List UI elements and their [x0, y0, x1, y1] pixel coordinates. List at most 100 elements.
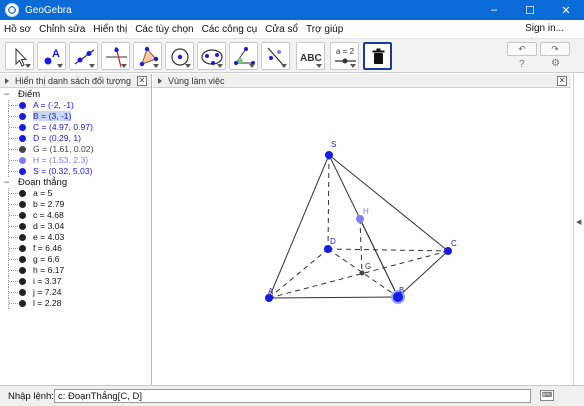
expand-arrow-icon[interactable]: ◀	[576, 218, 581, 226]
command-input[interactable]	[54, 389, 531, 403]
algebra-object-row[interactable]: a = 5	[0, 188, 151, 199]
algebra-object-row[interactable]: C = (4.97, 0.97)	[0, 122, 151, 133]
segment-hg[interactable]	[359, 218, 363, 274]
point-s[interactable]	[325, 151, 333, 159]
visibility-toggle-icon[interactable]	[19, 234, 26, 241]
point-tool-button[interactable]: A	[37, 42, 66, 70]
visibility-toggle-icon[interactable]	[19, 245, 26, 252]
visibility-toggle-icon[interactable]	[19, 289, 26, 296]
keyboard-icon[interactable]: ⌨	[540, 390, 554, 401]
circle-tool-button[interactable]	[165, 42, 194, 70]
point-c[interactable]	[444, 247, 452, 255]
slider-tool-button[interactable]: a = 2	[330, 42, 359, 70]
visibility-toggle-icon[interactable]	[19, 300, 26, 307]
visibility-toggle-icon[interactable]	[19, 201, 26, 208]
algebra-object-row[interactable]: b = 2.79	[0, 199, 151, 210]
segment-sc[interactable]	[328, 154, 449, 252]
algebra-object-row[interactable]: j = 7.24	[0, 287, 151, 298]
perpendicular-tool-button[interactable]	[101, 42, 130, 70]
tree-connector	[8, 133, 18, 144]
segment-sa[interactable]	[268, 154, 330, 299]
line-tool-button[interactable]	[69, 42, 98, 70]
collapse-caret-icon[interactable]	[5, 77, 9, 84]
sign-in-link[interactable]: Sign in...	[525, 23, 564, 34]
delete-tool-button[interactable]	[363, 42, 392, 70]
algebra-object-row[interactable]: H = (1.53, 2.3)	[0, 155, 151, 166]
help-icon[interactable]: ?	[519, 59, 525, 70]
menu-window[interactable]: Cửa sổ	[261, 24, 302, 35]
visibility-toggle-icon[interactable]	[19, 190, 26, 197]
pyramid-drawing[interactable]: S A B C D H G	[153, 88, 571, 385]
visibility-toggle-icon[interactable]	[19, 113, 26, 120]
algebra-object-row[interactable]: A = (-2, -1)	[0, 100, 151, 111]
menu-view[interactable]: Hiển thị	[89, 24, 131, 35]
title-bar: GeoGebra – ☐ ✕	[0, 0, 584, 20]
redo-button[interactable]: ↷	[540, 42, 570, 56]
algebra-object-row[interactable]: h = 6.17	[0, 265, 151, 276]
visibility-toggle-icon[interactable]	[19, 278, 26, 285]
point-g[interactable]	[359, 270, 365, 276]
algebra-object-row[interactable]: D = (0.29, 1)	[0, 133, 151, 144]
algebra-object-row[interactable]: f = 6.46	[0, 243, 151, 254]
algebra-object-row[interactable]: i = 3.37	[0, 276, 151, 287]
maximize-button[interactable]: ☐	[512, 0, 548, 20]
segment-a[interactable]	[268, 296, 399, 299]
ellipse-tool-button[interactable]	[197, 42, 226, 70]
menu-help[interactable]: Trợ giúp	[302, 24, 347, 35]
algebra-view-header[interactable]: Hiển thị danh sách đối tượng ✕	[0, 74, 151, 88]
polygon-tool-button[interactable]	[133, 42, 162, 70]
algebra-object-row[interactable]: e = 4.03	[0, 232, 151, 243]
segment-ac[interactable]	[268, 250, 449, 299]
minimize-button[interactable]: –	[476, 0, 512, 20]
visibility-toggle-icon[interactable]	[19, 146, 26, 153]
collapse-toggle-icon[interactable]: −	[4, 177, 9, 188]
undo-button[interactable]: ↶	[507, 42, 537, 56]
menu-tools[interactable]: Các công cụ	[198, 24, 262, 35]
close-algebra-view-button[interactable]: ✕	[137, 76, 147, 86]
visibility-toggle-icon[interactable]	[19, 256, 26, 263]
algebra-object-row[interactable]: B = (3, -1)	[0, 111, 151, 122]
label-d: D	[330, 237, 336, 246]
graphics-view[interactable]: Vùng làm việc ✕ S A B C D H G	[153, 74, 571, 385]
segment-dc[interactable]	[327, 248, 449, 252]
segment-hb[interactable]	[359, 218, 399, 298]
menu-file[interactable]: Hồ sơ	[0, 24, 35, 35]
segment-sd[interactable]	[327, 154, 330, 250]
side-panel-grip[interactable]: ◀	[573, 74, 584, 385]
algebra-object-row[interactable]: G = (1.61, 0.02)	[0, 144, 151, 155]
visibility-toggle-icon[interactable]	[19, 223, 26, 230]
algebra-group-header[interactable]: − Đoạn thẳng	[0, 177, 151, 188]
graphics-view-header[interactable]: Vùng làm việc ✕	[153, 74, 571, 88]
move-tool-button[interactable]	[5, 42, 34, 70]
algebra-object-row[interactable]: c = 4.68	[0, 210, 151, 221]
segment-b[interactable]	[397, 250, 449, 298]
close-graphics-view-button[interactable]: ✕	[557, 76, 567, 86]
algebra-object-label: G = (1.61, 0.02)	[33, 144, 94, 154]
menu-edit[interactable]: Chỉnh sửa	[35, 24, 89, 35]
visibility-toggle-icon[interactable]	[19, 267, 26, 274]
text-tool-button[interactable]: ABC	[296, 42, 325, 70]
visibility-toggle-icon[interactable]	[19, 135, 26, 142]
visibility-toggle-icon[interactable]	[19, 124, 26, 131]
close-button[interactable]: ✕	[548, 0, 584, 20]
algebra-object-row[interactable]: S = (0.32, 5.03)	[0, 166, 151, 177]
menu-options[interactable]: Các tùy chọn	[131, 24, 197, 35]
settings-gear-icon[interactable]: ⚙	[551, 58, 560, 69]
visibility-toggle-icon[interactable]	[19, 102, 26, 109]
algebra-object-row[interactable]: g = 6.6	[0, 254, 151, 265]
algebra-object-label: f = 6.46	[33, 243, 62, 253]
algebra-object-row[interactable]: l = 2.28	[0, 298, 151, 309]
algebra-group-header[interactable]: − Điểm	[0, 89, 151, 100]
visibility-toggle-icon[interactable]	[19, 212, 26, 219]
tree-connector	[8, 144, 18, 155]
collapse-toggle-icon[interactable]: −	[4, 89, 9, 100]
visibility-toggle-icon[interactable]	[19, 157, 26, 164]
algebra-object-row[interactable]: d = 3.04	[0, 221, 151, 232]
point-d[interactable]	[324, 245, 332, 253]
point-h[interactable]	[356, 215, 364, 223]
collapse-caret-icon[interactable]	[158, 77, 162, 84]
reflect-tool-button[interactable]	[261, 42, 290, 70]
input-bar: Nhập lệnh: ⌨	[0, 385, 584, 406]
visibility-toggle-icon[interactable]	[19, 168, 26, 175]
angle-tool-button[interactable]	[229, 42, 258, 70]
